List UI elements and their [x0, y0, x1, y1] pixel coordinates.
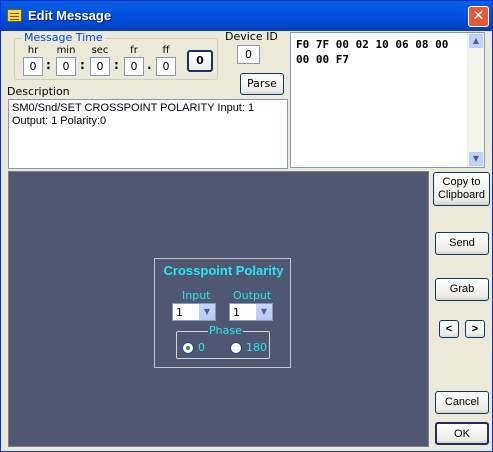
copy-button-line1: Copy to: [442, 176, 481, 188]
sec-label: sec: [91, 45, 109, 56]
copy-to-clipboard-button[interactable]: Copy to Clipboard: [433, 172, 490, 206]
crosspoint-title: Crosspoint Polarity: [163, 263, 284, 278]
send-button[interactable]: Send: [435, 232, 489, 255]
phase-180-label: 180: [246, 341, 267, 354]
crosspoint-polarity-box: Crosspoint Polarity Input Output 1 ▼ 1 ▼…: [154, 258, 291, 368]
device-id-field[interactable]: 0: [237, 45, 260, 64]
input-select[interactable]: 1 ▼: [172, 303, 216, 321]
previous-button[interactable]: <: [439, 320, 459, 338]
input-label: Input: [182, 289, 211, 302]
scroll-up-icon[interactable]: ▲: [469, 34, 483, 48]
phase-0-radio[interactable]: [182, 342, 194, 354]
fr-field[interactable]: 0: [124, 57, 144, 76]
window-title: Edit Message: [28, 8, 112, 23]
scroll-down-icon[interactable]: ▼: [469, 152, 483, 166]
hr-label: hr: [27, 45, 39, 56]
time-separator: .: [147, 58, 152, 72]
edit-message-window: Edit Message ✕ Message Time hr min sec f…: [0, 0, 493, 452]
vertical-scrollbar[interactable]: ▲ ▼: [467, 33, 484, 167]
ff-label: ff: [162, 45, 170, 56]
title-bar[interactable]: Edit Message ✕: [1, 1, 492, 31]
grab-button[interactable]: Grab: [435, 278, 489, 301]
output-select[interactable]: 1 ▼: [229, 303, 273, 321]
output-label: Output: [233, 289, 272, 302]
description-label: Description: [7, 85, 70, 98]
message-icon: [7, 9, 22, 22]
phase-0-label: 0: [198, 341, 205, 354]
ok-button[interactable]: OK: [435, 422, 489, 445]
next-button[interactable]: >: [465, 320, 485, 338]
time-separator: :: [114, 58, 119, 72]
hr-field[interactable]: 0: [23, 57, 43, 76]
output-value: 1: [233, 306, 240, 319]
time-separator: :: [80, 58, 85, 72]
phase-label: Phase: [208, 324, 243, 337]
description-text[interactable]: SM0/Snd/SET CROSSPOINT POLARITY Input: 1…: [8, 99, 288, 169]
device-id-label: Device ID: [225, 30, 278, 43]
hex-bytes: F0 7F 00 02 10 06 08 00 00 00 F7: [296, 38, 455, 66]
phase-180-radio[interactable]: [230, 342, 242, 354]
ff-field[interactable]: 0: [156, 57, 176, 76]
time-zero-button[interactable]: 0: [187, 50, 213, 72]
min-field[interactable]: 0: [56, 57, 76, 76]
message-time-legend: Message Time: [22, 31, 105, 44]
editor-panel: Crosspoint Polarity Input Output 1 ▼ 1 ▼…: [8, 171, 429, 447]
dropdown-arrow-icon[interactable]: ▼: [198, 304, 215, 320]
input-value: 1: [176, 306, 183, 319]
sec-field[interactable]: 0: [90, 57, 110, 76]
close-icon[interactable]: ✕: [468, 6, 489, 27]
copy-button-line2: Clipboard: [437, 189, 486, 201]
fr-label: fr: [130, 45, 138, 56]
cancel-button[interactable]: Cancel: [435, 391, 489, 414]
hex-bytes-box[interactable]: F0 7F 00 02 10 06 08 00 00 00 F7 ▲ ▼: [290, 32, 485, 168]
dropdown-arrow-icon[interactable]: ▼: [255, 304, 272, 320]
time-separator: :: [46, 58, 51, 72]
min-label: min: [56, 45, 76, 56]
parse-button[interactable]: Parse: [240, 73, 284, 95]
